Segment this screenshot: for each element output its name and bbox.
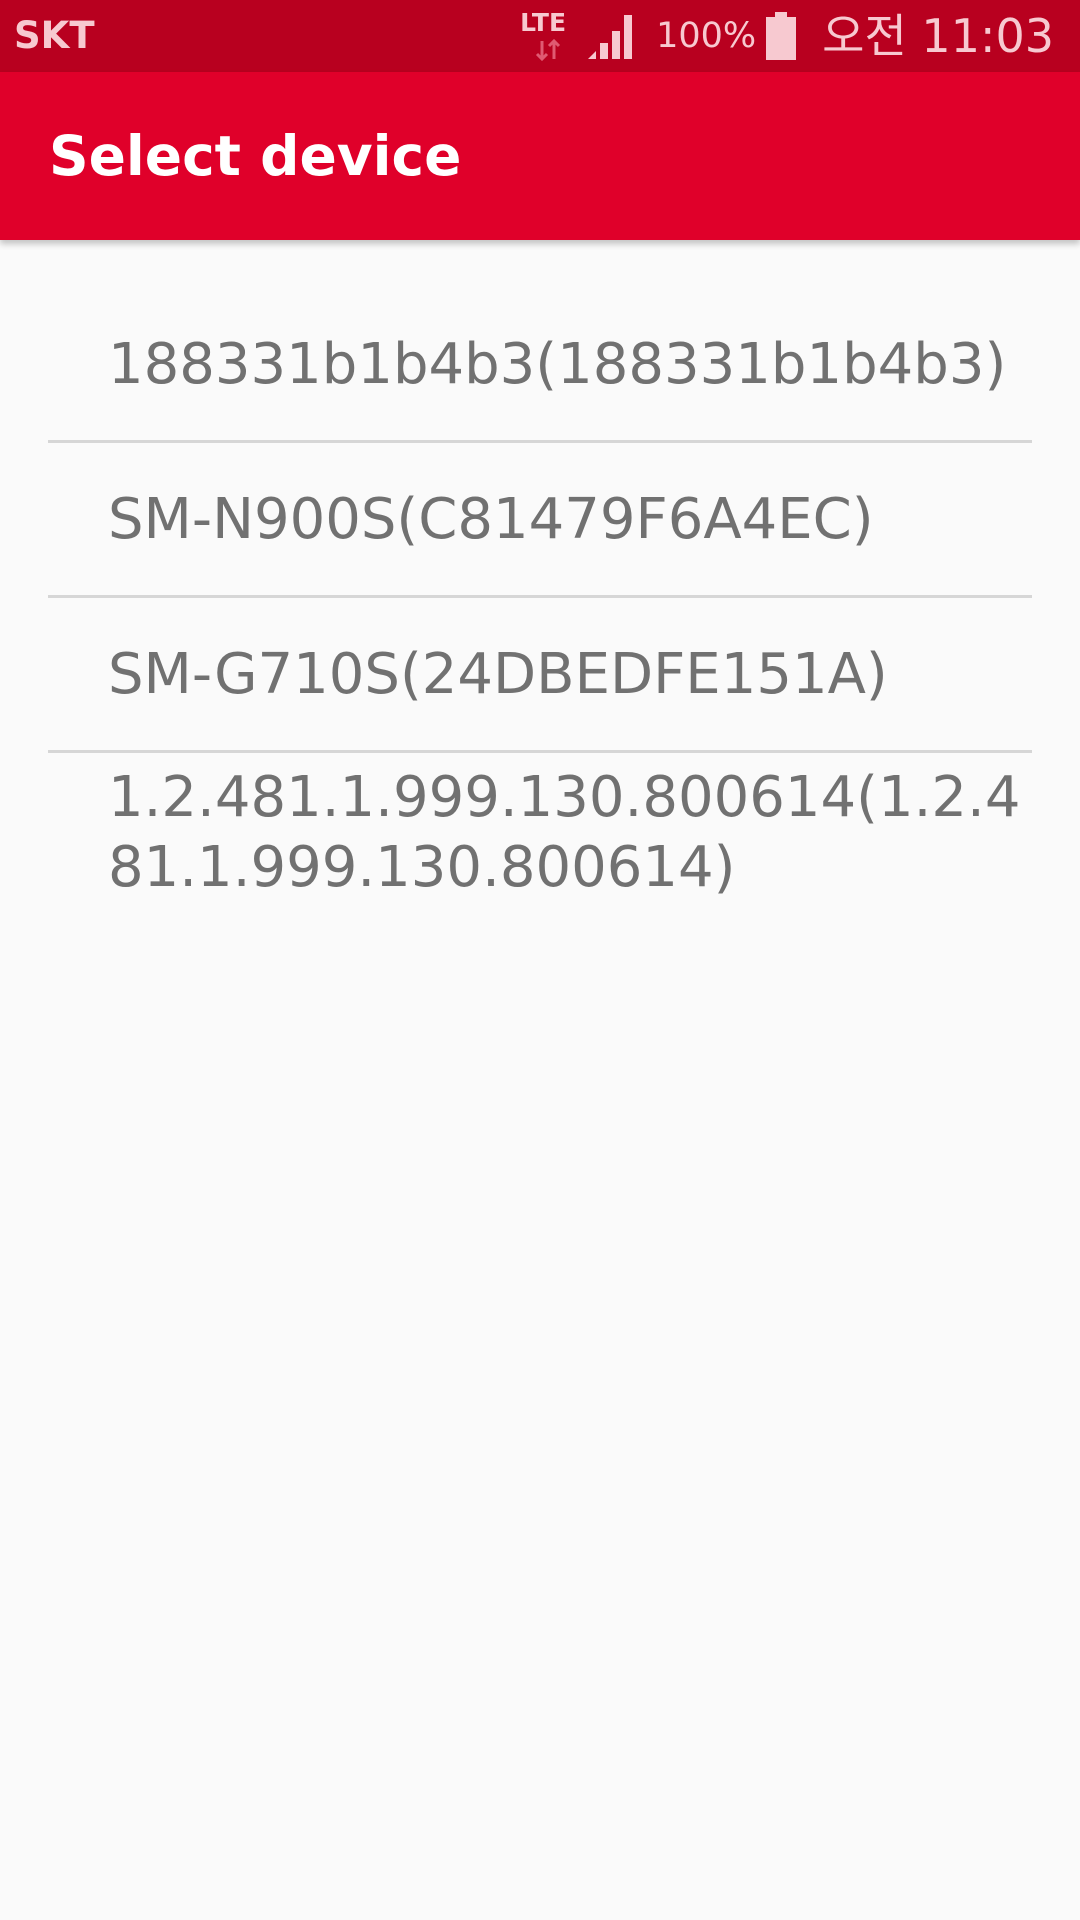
status-indicators: LTE 100% 오전 11:03 bbox=[518, 6, 1054, 66]
page-title: Select device bbox=[49, 124, 462, 188]
status-bar: SKT LTE 100% 오전 11:03 bbox=[0, 0, 1080, 72]
battery-icon bbox=[766, 12, 797, 60]
battery-percent: 100% bbox=[656, 16, 757, 56]
lte-data-arrows-icon bbox=[536, 39, 561, 61]
device-list-item[interactable]: 188331b1b4b3(188331b1b4b3) bbox=[48, 288, 1032, 440]
carrier-name: SKT bbox=[14, 14, 95, 57]
lte-indicator: LTE bbox=[518, 7, 574, 65]
signal-strength-icon bbox=[588, 15, 633, 59]
device-list: 188331b1b4b3(188331b1b4b3) SM-N900S(C814… bbox=[48, 288, 1032, 903]
app-bar: Select device bbox=[0, 72, 1080, 240]
network-type-label: LTE bbox=[520, 8, 567, 37]
device-list-item[interactable]: SM-N900S(C81479F6A4EC) bbox=[48, 443, 1032, 595]
clock: 오전 11:03 bbox=[822, 9, 1054, 63]
device-list-item[interactable]: SM-G710S(24DBEDFE151A) bbox=[48, 598, 1032, 750]
device-list-item[interactable]: 1.2.481.1.999.130.800614(1.2.481.1.999.1… bbox=[48, 753, 1032, 903]
